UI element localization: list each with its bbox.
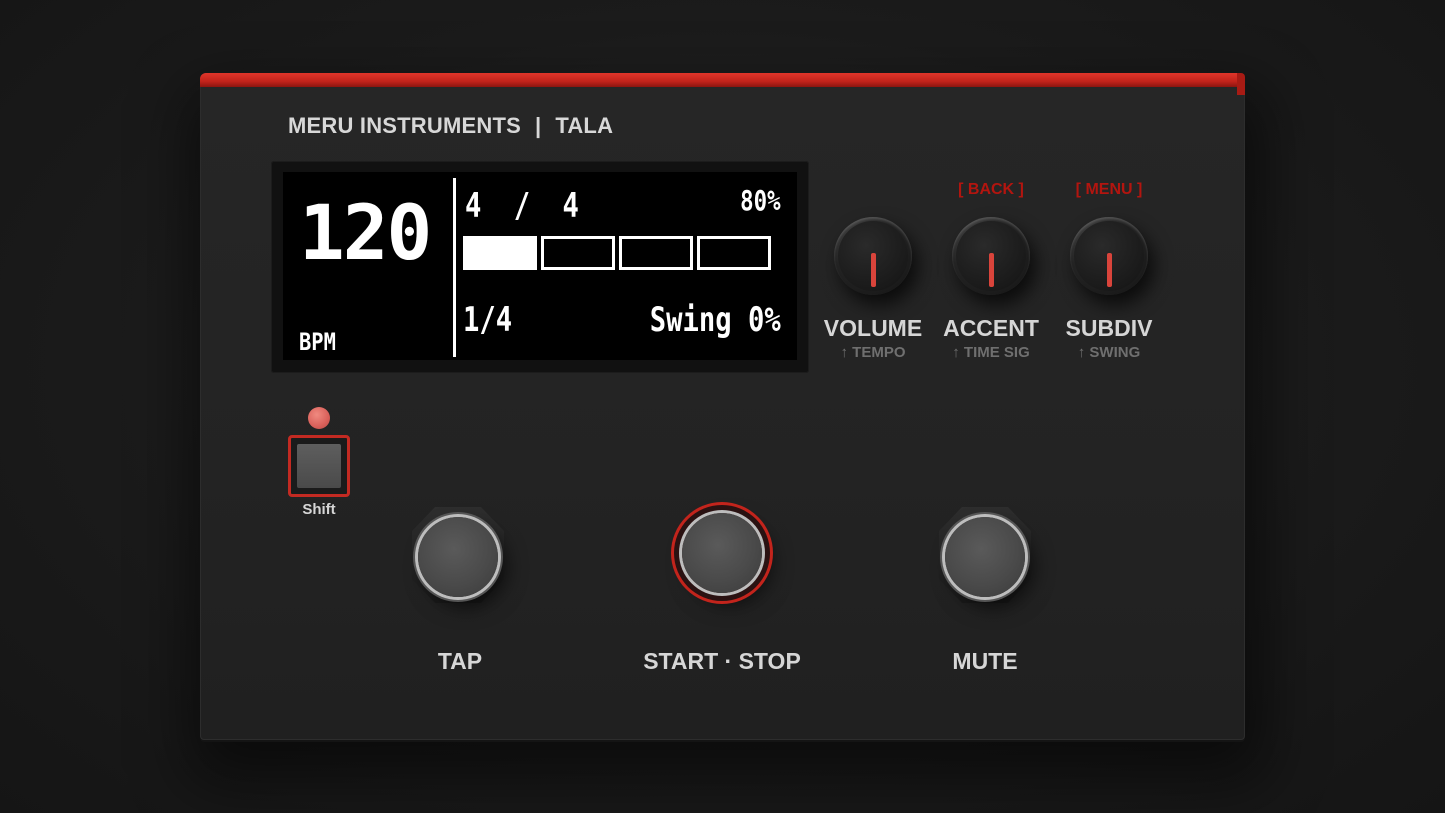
shift-label: Shift	[302, 501, 336, 518]
accent-knob[interactable]	[952, 217, 1030, 295]
mute-label: MUTE	[952, 648, 1018, 674]
bpm-label: BPM	[299, 328, 336, 356]
brand-maker: MERU INSTRUMENTS	[288, 113, 521, 138]
brand-model: TALA	[555, 113, 614, 138]
subdiv-knob[interactable]	[1070, 217, 1148, 295]
beat-indicator	[463, 236, 771, 270]
beat-4	[697, 236, 771, 270]
back-label: [ BACK ]	[958, 181, 1024, 198]
subdivision-value: 1/4	[463, 300, 513, 340]
start-stop-footswitch[interactable]	[662, 491, 782, 611]
accent-label: ACCENT	[943, 315, 1039, 341]
bpm-value: 120	[299, 188, 432, 277]
tempo-sub-label: ↑ TEMPO	[840, 344, 906, 361]
oled-display: 120 BPM 4 / 4 80% 1/4 Swing 0%	[283, 172, 797, 360]
brand-title: MERU INSTRUMENTS | TALA	[288, 113, 613, 139]
swing-value: Swing 0%	[649, 300, 781, 340]
volume-top-label	[813, 181, 933, 203]
swing-sub-label: ↑ SWING	[1077, 344, 1141, 361]
time-sig-sub-label: ↑ TIME SIG	[952, 344, 1030, 361]
knob-pointer	[871, 253, 876, 287]
display-divider	[453, 178, 456, 357]
volume-knob-group: VOLUME ↑ TEMPO	[813, 181, 933, 361]
tap-footswitch[interactable]	[398, 495, 518, 615]
volume-knob[interactable]	[834, 217, 912, 295]
time-signature: 4 / 4	[465, 186, 587, 226]
mute-footswitch[interactable]	[925, 495, 1045, 615]
tap-label: TAP	[437, 648, 483, 674]
start-stop-label: START · STOP	[643, 648, 801, 674]
knob-pointer	[1107, 253, 1112, 287]
red-trim	[200, 73, 1245, 95]
brand-separator: |	[534, 113, 542, 138]
beat-1	[463, 236, 537, 270]
knob-pointer	[989, 253, 994, 287]
shift-button-cap	[297, 444, 341, 488]
footswitch-cap	[682, 513, 762, 593]
menu-label: [ MENU ]	[1075, 181, 1143, 198]
accent-knob-group: [ BACK ] ACCENT ↑ TIME SIG	[931, 181, 1051, 361]
subdiv-label: SUBDIV	[1065, 315, 1153, 341]
volume-percent: 80%	[740, 184, 781, 217]
display-bezel: 120 BPM 4 / 4 80% 1/4 Swing 0%	[271, 161, 809, 373]
footswitch-cap	[418, 517, 498, 597]
metronome-device: MERU INSTRUMENTS | TALA 120 BPM 4 / 4 80% …	[200, 73, 1245, 740]
footswitch-cap	[945, 517, 1025, 597]
shift-button[interactable]	[288, 435, 350, 497]
beat-3	[619, 236, 693, 270]
volume-label: VOLUME	[823, 315, 923, 341]
subdiv-knob-group: [ MENU ] SUBDIV ↑ SWING	[1049, 181, 1169, 361]
shift-led	[308, 407, 330, 429]
beat-2	[541, 236, 615, 270]
